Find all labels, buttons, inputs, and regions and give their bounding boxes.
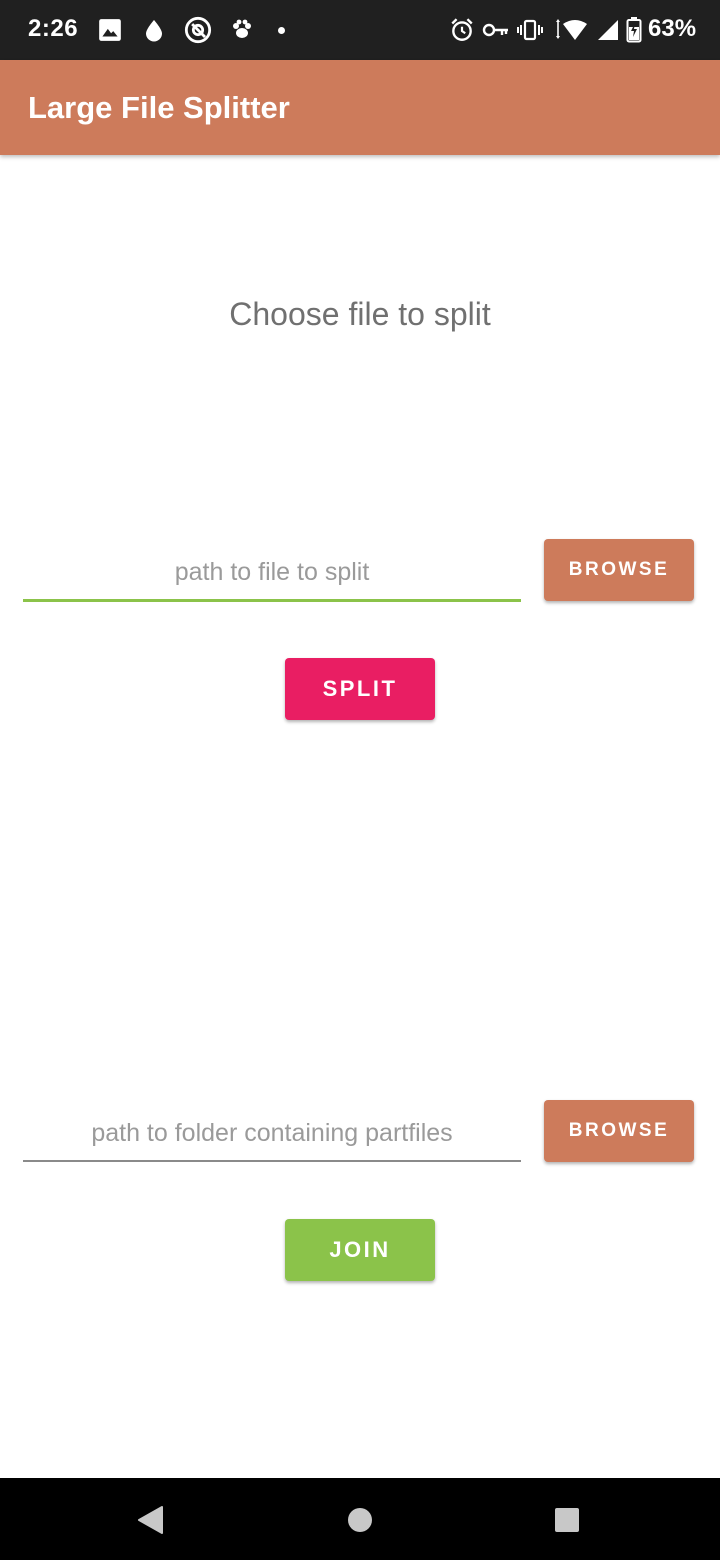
at-sign-icon (184, 16, 212, 44)
image-icon (96, 16, 124, 44)
file-path-underline (23, 599, 521, 602)
file-path-input[interactable] (23, 543, 521, 601)
battery-icon (624, 16, 644, 44)
browse-folder-button[interactable]: BROWSE (544, 1100, 694, 1162)
choose-file-heading: Choose file to split (229, 296, 491, 332)
recents-icon[interactable] (547, 1500, 587, 1540)
drop-icon (140, 16, 168, 44)
status-bar: 2:26 4 63% (0, 0, 720, 60)
signal-icon (594, 16, 622, 44)
wifi-icon: 4 (552, 16, 592, 44)
key-icon (482, 16, 510, 44)
folder-path-underline (23, 1160, 521, 1162)
folder-path-input[interactable] (23, 1104, 521, 1162)
svg-text:4: 4 (579, 30, 584, 40)
dot-icon (278, 27, 285, 34)
split-button[interactable]: SPLIT (285, 658, 435, 720)
vibrate-icon (516, 16, 544, 44)
navigation-bar (0, 1478, 720, 1560)
paw-icon (228, 16, 256, 44)
browse-file-button[interactable]: BROWSE (544, 539, 694, 601)
status-time: 2:26 (28, 15, 79, 42)
home-icon[interactable] (340, 1500, 380, 1540)
back-icon[interactable] (130, 1500, 170, 1540)
app-title: Large File Splitter (28, 90, 290, 125)
alarm-icon (448, 16, 476, 44)
join-button[interactable]: JOIN (285, 1219, 435, 1281)
app-bar: Large File Splitter (0, 60, 720, 155)
battery-percentage: 63% (648, 15, 697, 42)
